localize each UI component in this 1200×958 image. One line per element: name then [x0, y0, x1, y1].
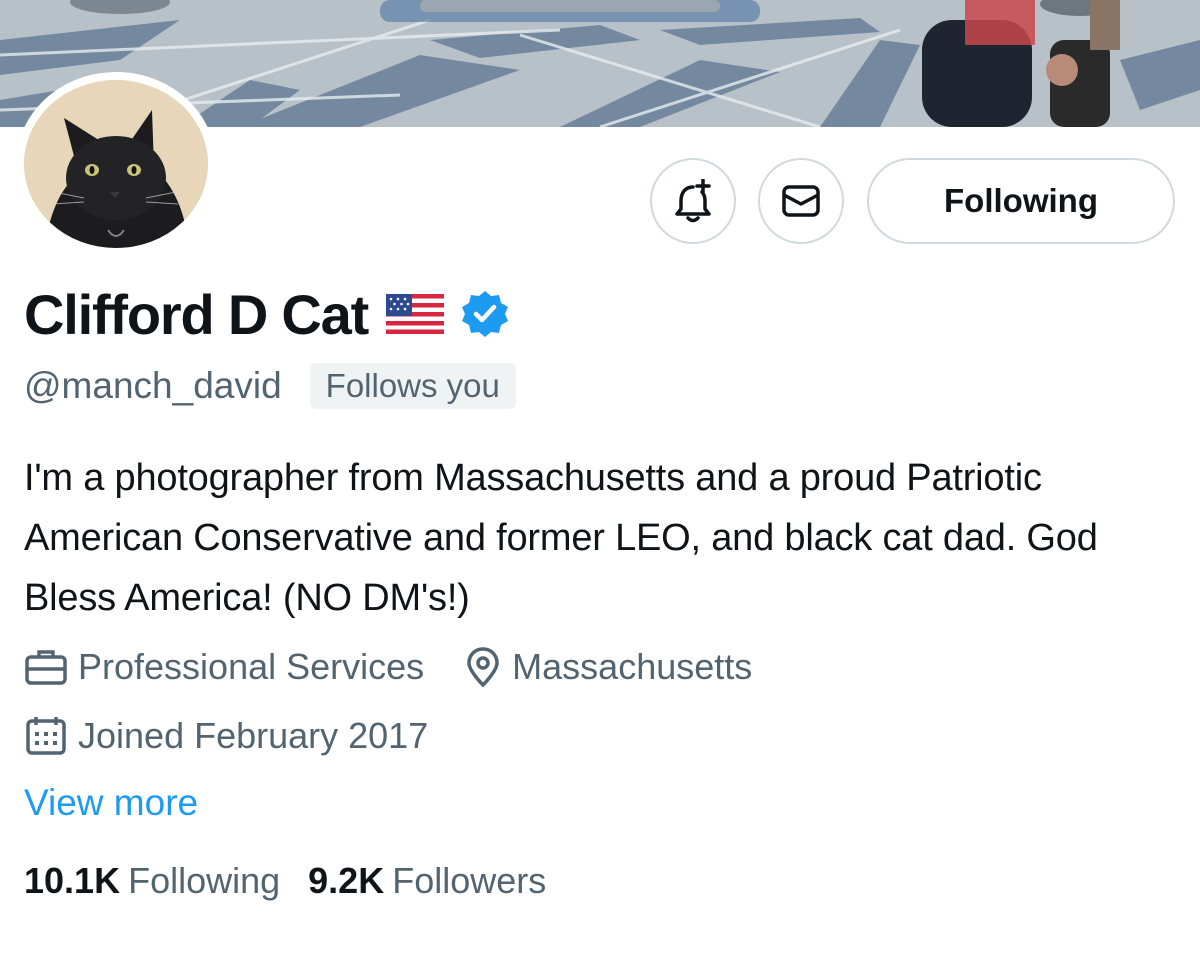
- notifications-button[interactable]: [650, 158, 736, 244]
- avatar[interactable]: [16, 72, 216, 256]
- follow-stats: 10.1K Following 9.2K Followers: [24, 860, 546, 902]
- user-handle: @manch_david: [24, 365, 282, 406]
- joined-item: Joined February 2017: [24, 715, 428, 757]
- profile-meta-row: Professional Services Massachusetts: [24, 642, 752, 692]
- following-label: Following: [128, 860, 281, 901]
- briefcase-icon: [25, 650, 67, 685]
- message-button[interactable]: [758, 158, 844, 244]
- profile-bio: I'm a photographer from Massachusetts an…: [24, 457, 1098, 619]
- location-item: Massachusetts: [464, 646, 752, 688]
- following-count: 10.1K: [24, 860, 121, 901]
- verified-badge-icon[interactable]: [460, 289, 510, 339]
- envelope-icon: [782, 185, 820, 217]
- category-item: Professional Services: [24, 646, 424, 688]
- calendar-icon: [26, 717, 66, 755]
- us-flag-icon: [386, 294, 445, 334]
- followers-count: 9.2K: [308, 860, 385, 901]
- avatar-image: [24, 80, 208, 248]
- view-more-link[interactable]: View more: [24, 782, 198, 824]
- followers-stat[interactable]: 9.2K Followers: [308, 860, 546, 902]
- follows-you-badge: Follows you: [309, 363, 516, 409]
- following-stat[interactable]: 10.1K Following: [24, 860, 280, 902]
- handle-row: @manch_david Follows you: [24, 360, 516, 412]
- following-button[interactable]: Following: [867, 158, 1175, 244]
- profile-name-row: Clifford D Cat: [24, 282, 510, 346]
- joined-row: Joined February 2017: [24, 711, 428, 761]
- joined-text: Joined February 2017: [78, 715, 429, 756]
- followers-label: Followers: [392, 860, 547, 901]
- display-name: Clifford D Cat: [24, 282, 369, 346]
- location-text: Massachusetts: [512, 646, 753, 687]
- location-pin-icon: [467, 647, 499, 688]
- category-text: Professional Services: [78, 646, 425, 687]
- bell-plus-icon: [675, 179, 711, 223]
